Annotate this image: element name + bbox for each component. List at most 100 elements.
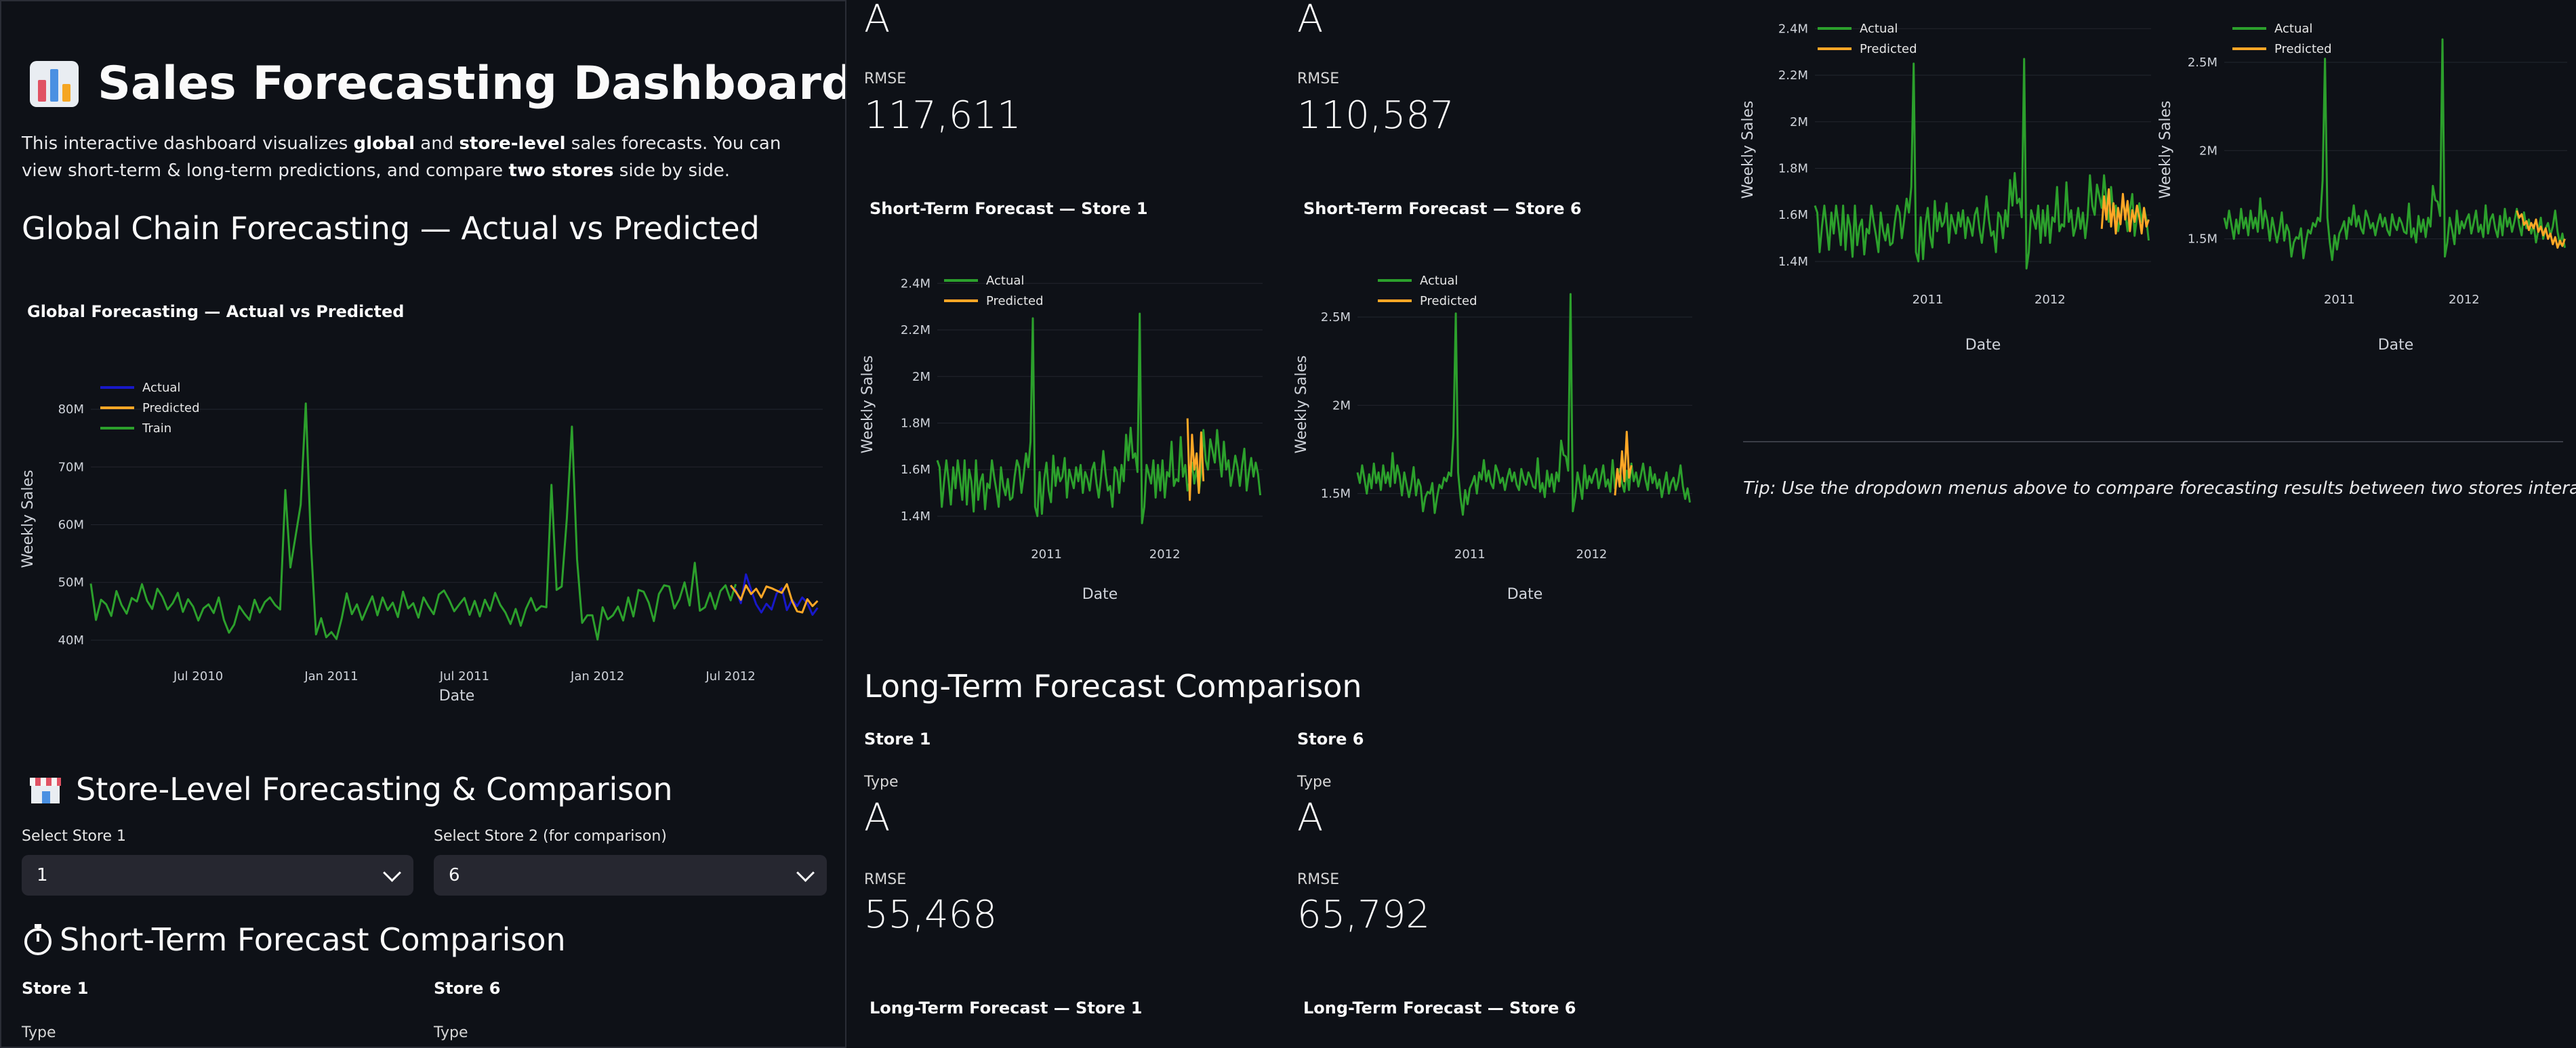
lt-store2-label: Store 6	[1297, 730, 1364, 749]
y-tick-label: 1.8M	[901, 416, 931, 430]
x-tick-label: 2011	[1454, 547, 1486, 562]
series-line-predicted	[1186, 418, 1205, 501]
legend-item: Predicted	[986, 294, 1044, 308]
select-store1-dropdown[interactable]: 1	[22, 855, 413, 896]
y-tick-label: 1.4M	[901, 509, 931, 524]
right-panel: 1.4M 1.6M 1.8M 2M 2.2M 2.4M 2011 2012 Date Weekly…	[1736, 0, 2576, 1048]
long-term-title: Long-Term Forecast Comparison	[864, 668, 1362, 705]
short-term-store6-chart[interactable]: Short-Term Forecast — Store 6 1.5M 2M 2.5M…	[1282, 190, 1715, 623]
y-tick-label: 2M	[1790, 115, 1808, 129]
chart-title: Global Forecasting — Actual vs Predicted	[27, 302, 404, 321]
legend-item: Actual	[2274, 22, 2312, 36]
y-tick-label: 2.2M	[901, 323, 931, 337]
x-tick-label: 2012	[2449, 293, 2480, 307]
lt-store1-rmse-label: RMSE	[864, 871, 907, 888]
y-tick-label: 80M	[58, 402, 84, 417]
x-tick-label: Jan 2012	[570, 669, 624, 684]
legend-item: Predicted	[1420, 294, 1477, 308]
series-line-actual	[936, 312, 1262, 524]
lt-store1-label: Store 1	[864, 730, 931, 749]
series-line-train	[89, 402, 737, 641]
x-tick-label: 2011	[1031, 547, 1062, 562]
lt-store2-type-label: Type	[1297, 774, 1332, 791]
select-store1-label: Select Store 1	[22, 828, 126, 845]
y-axis-label: Weekly Sales	[1740, 101, 1757, 199]
st-store2-type-value: A	[1297, 0, 1324, 41]
y-tick-label: 1.5M	[1321, 487, 1351, 501]
long-term-store6-chart[interactable]: 1.5M 2M 2.5M 2011 2012 Date Weekly Sales Actual…	[2156, 0, 2576, 366]
y-tick-label: 2M	[912, 370, 931, 384]
legend-item: Predicted	[1860, 42, 1917, 56]
legend-item: Predicted	[142, 401, 200, 415]
st-store1-type-label: Type	[22, 1024, 56, 1041]
short-term-title: Short-Term Forecast Comparison	[60, 921, 566, 958]
y-tick-label: 2M	[2199, 144, 2217, 158]
st-store1-rmse-label: RMSE	[864, 70, 907, 87]
y-tick-label: 2.5M	[2188, 56, 2217, 70]
series-line-actual	[1814, 58, 2150, 270]
select-store1-value: 1	[37, 865, 48, 885]
y-tick-label: 1.4M	[1778, 255, 1808, 269]
lt-store6-chart-title: Long-Term Forecast — Store 6	[1303, 999, 1576, 1018]
middle-panel: A A RMSE RMSE 117,611 110,587 Short-Term…	[848, 0, 1736, 1048]
legend-item: Predicted	[2274, 42, 2332, 56]
store-icon	[30, 778, 61, 803]
st-store2-rmse-value: 110,587	[1297, 93, 1454, 138]
legend-item: Actual	[986, 274, 1024, 288]
st-store2-type-label: Type	[434, 1024, 468, 1041]
short-term-header: Short-Term Forecast Comparison	[22, 921, 566, 958]
store-section-title: Store-Level Forecasting & Comparison	[76, 771, 673, 808]
y-tick-label: 1.5M	[2188, 232, 2217, 247]
y-tick-label: 40M	[58, 633, 84, 648]
y-tick-label: 60M	[58, 518, 84, 532]
lt-store2-rmse-label: RMSE	[1297, 871, 1340, 888]
global-section-title: Global Chain Forecasting — Actual vs Pre…	[22, 210, 760, 247]
chevron-down-icon	[383, 863, 401, 882]
lt-store1-type-value: A	[864, 796, 891, 840]
y-tick-label: 70M	[58, 460, 84, 474]
y-tick-label: 1.8M	[1778, 161, 1808, 175]
legend-item: Train	[142, 421, 171, 436]
y-axis-label: Weekly Sales	[2157, 101, 2174, 199]
legend-item: Actual	[1860, 22, 1898, 36]
series-line-actual	[2223, 38, 2566, 261]
y-axis-label: Weekly Sales	[1293, 356, 1310, 454]
y-tick-label: 2M	[1332, 398, 1351, 413]
chart-title: Short-Term Forecast — Store 6	[1303, 199, 1582, 218]
y-tick-label: 2.5M	[1321, 310, 1351, 324]
st-store1-type-value: A	[864, 0, 891, 41]
x-tick-label: Jan 2011	[304, 669, 358, 684]
select-store2-dropdown[interactable]: 6	[434, 855, 827, 896]
global-forecast-chart[interactable]: Global Forecasting — Actual vs Predicted…	[1, 286, 846, 719]
chart-title: Short-Term Forecast — Store 1	[870, 199, 1148, 218]
lt-store1-chart-title: Long-Term Forecast — Store 1	[870, 999, 1143, 1018]
store-section-header: Store-Level Forecasting & Comparison	[28, 771, 673, 808]
x-axis-label: Date	[1965, 337, 2001, 354]
st-store1-label: Store 1	[22, 979, 89, 998]
series-line-actual	[1356, 293, 1691, 516]
legend-item: Actual	[1420, 274, 1458, 288]
legend-item: Actual	[142, 381, 180, 395]
st-store2-label: Store 6	[434, 979, 501, 998]
x-axis-label: Date	[439, 688, 475, 705]
st-store2-rmse-label: RMSE	[1297, 70, 1340, 87]
bar-chart-icon	[30, 60, 79, 107]
x-axis-label: Date	[1507, 586, 1543, 603]
left-panel: Sales Forecasting Dashboard This interac…	[0, 0, 846, 1048]
x-tick-label: 2012	[1576, 547, 1608, 562]
lt-store1-rmse-value: 55,468	[864, 893, 997, 937]
x-tick-label: 2011	[1913, 293, 1944, 307]
long-term-store1-chart[interactable]: 1.4M 1.6M 1.8M 2M 2.2M 2.4M 2011 2012 Date Weekly…	[1736, 0, 2156, 366]
x-tick-label: 2012	[1149, 547, 1181, 562]
chevron-down-icon	[796, 863, 815, 882]
divider	[1743, 441, 2563, 442]
y-tick-label: 50M	[58, 576, 84, 590]
x-axis-label: Date	[1082, 586, 1118, 603]
y-tick-label: 2.4M	[901, 276, 931, 291]
x-tick-label: 2011	[2324, 293, 2355, 307]
tip-text: Tip: Use the dropdown menus above to com…	[1743, 478, 2576, 499]
intro-paragraph: This interactive dashboard visualizes gl…	[22, 133, 781, 181]
short-term-store1-chart[interactable]: Short-Term Forecast — Store 1 1.4M 1.6M 1.…	[848, 190, 1282, 623]
select-store2-value: 6	[449, 865, 460, 885]
y-tick-label: 1.6M	[901, 463, 931, 477]
